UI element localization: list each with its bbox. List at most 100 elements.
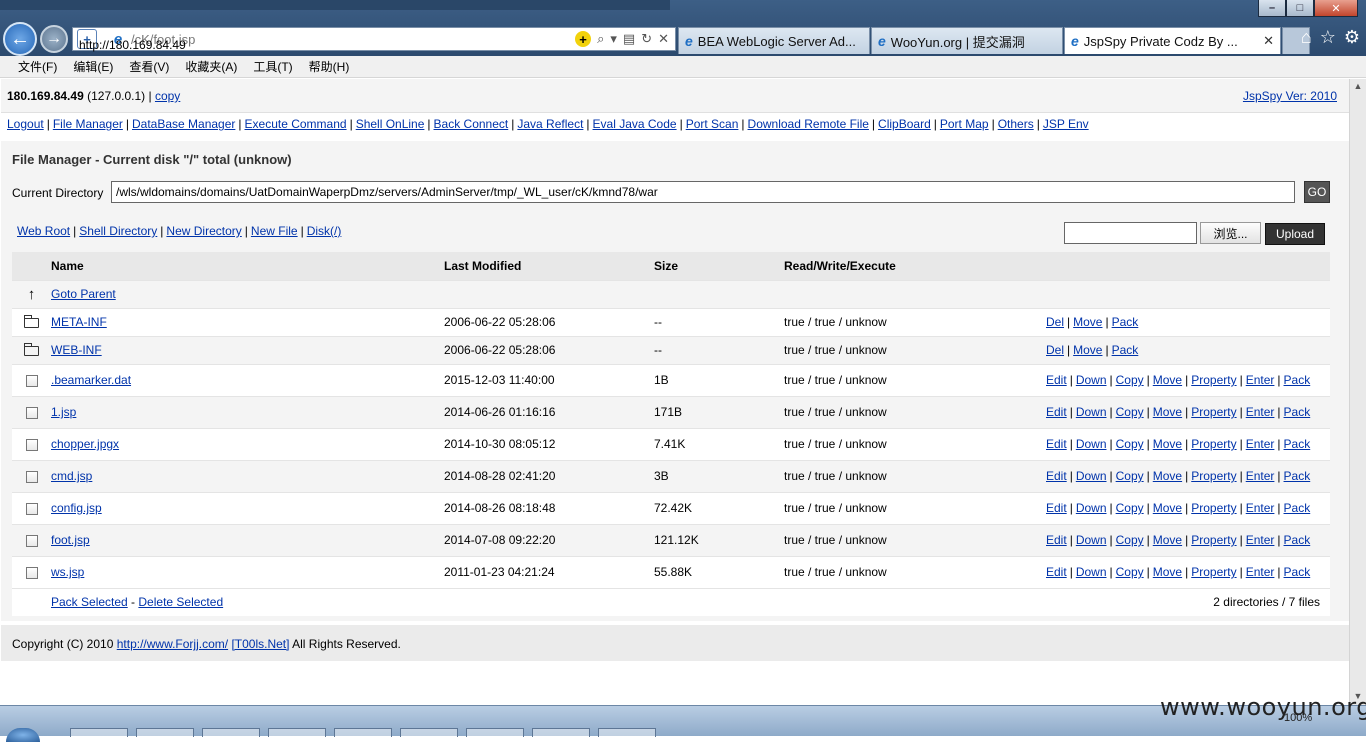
action-link[interactable]: Property bbox=[1191, 565, 1236, 579]
action-link[interactable]: Enter bbox=[1246, 501, 1275, 515]
file-name-link[interactable]: config.jsp bbox=[51, 501, 102, 515]
address-url[interactable]: http://180.169.84.49/cK/foot.jsp bbox=[79, 32, 195, 53]
action-link[interactable]: Property bbox=[1191, 373, 1236, 387]
file-name-link[interactable]: .beamarker.dat bbox=[51, 373, 131, 387]
file-checkbox[interactable] bbox=[25, 566, 38, 579]
nav-eval-java-code[interactable]: Eval Java Code bbox=[593, 117, 677, 131]
file-name-link[interactable]: ws.jsp bbox=[51, 565, 84, 579]
action-link[interactable]: Pack bbox=[1284, 437, 1311, 451]
action-link[interactable]: Property bbox=[1191, 501, 1236, 515]
file-checkbox[interactable] bbox=[25, 374, 38, 387]
action-link[interactable]: Move bbox=[1153, 469, 1182, 483]
action-link[interactable]: Move bbox=[1153, 533, 1182, 547]
action-link[interactable]: Edit bbox=[1046, 469, 1067, 483]
search-icon[interactable]: ⌕ bbox=[597, 31, 604, 47]
nav-java-reflect[interactable]: Java Reflect bbox=[517, 117, 583, 131]
menu-favorites[interactable]: 收藏夹(A) bbox=[185, 58, 237, 75]
menu-tools[interactable]: 工具(T) bbox=[253, 58, 292, 75]
directory-name-link[interactable]: META-INF bbox=[51, 315, 107, 329]
action-link[interactable]: Del bbox=[1046, 343, 1064, 357]
disk-link[interactable]: Disk(/) bbox=[307, 224, 342, 238]
action-link[interactable]: Down bbox=[1076, 533, 1107, 547]
file-name-link[interactable]: cmd.jsp bbox=[51, 469, 92, 483]
nav-jsp-env[interactable]: JSP Env bbox=[1043, 117, 1089, 131]
action-link[interactable]: Property bbox=[1191, 437, 1236, 451]
action-link[interactable]: Move bbox=[1073, 315, 1102, 329]
action-link[interactable]: Edit bbox=[1046, 501, 1067, 515]
action-link[interactable]: Edit bbox=[1046, 533, 1067, 547]
action-link[interactable]: Edit bbox=[1046, 437, 1067, 451]
action-link[interactable]: Copy bbox=[1116, 373, 1144, 387]
action-link[interactable]: Edit bbox=[1046, 565, 1067, 579]
nav-clipboard[interactable]: ClipBoard bbox=[878, 117, 931, 131]
delete-selected-link[interactable]: Delete Selected bbox=[138, 595, 223, 609]
action-link[interactable]: Enter bbox=[1246, 405, 1275, 419]
addon-plus-icon[interactable]: + bbox=[575, 31, 592, 47]
upload-button[interactable]: Upload bbox=[1265, 223, 1325, 245]
action-link[interactable]: Move bbox=[1153, 437, 1182, 451]
action-link[interactable]: Enter bbox=[1246, 437, 1275, 451]
action-link[interactable]: Down bbox=[1076, 565, 1107, 579]
close-window-button[interactable]: ✕ bbox=[1314, 0, 1358, 17]
browse-button[interactable]: 浏览... bbox=[1200, 222, 1261, 244]
home-icon[interactable]: ⌂ bbox=[1301, 27, 1312, 48]
nav-execute-command[interactable]: Execute Command bbox=[245, 117, 347, 131]
action-link[interactable]: Pack bbox=[1284, 373, 1311, 387]
vertical-scrollbar[interactable]: ▲ ▼ bbox=[1349, 79, 1366, 705]
file-checkbox[interactable] bbox=[25, 502, 38, 515]
go-button[interactable]: GO bbox=[1304, 181, 1330, 203]
action-link[interactable]: Enter bbox=[1246, 469, 1275, 483]
action-link[interactable]: Copy bbox=[1116, 437, 1144, 451]
goto-parent-link[interactable]: Goto Parent bbox=[51, 287, 116, 301]
action-link[interactable]: Down bbox=[1076, 437, 1107, 451]
copy-link[interactable]: copy bbox=[155, 89, 180, 103]
stop-icon[interactable]: ✕ bbox=[658, 31, 669, 47]
action-link[interactable]: Enter bbox=[1246, 565, 1275, 579]
file-checkbox[interactable] bbox=[25, 534, 38, 547]
address-bar[interactable]: + e http://180.169.84.49/cK/foot.jsp + ⌕… bbox=[72, 27, 676, 53]
current-directory-input[interactable] bbox=[111, 181, 1295, 203]
start-button[interactable] bbox=[6, 728, 40, 742]
shell-directory-link[interactable]: Shell Directory bbox=[79, 224, 157, 238]
nav-port-map[interactable]: Port Map bbox=[940, 117, 989, 131]
action-link[interactable]: Property bbox=[1191, 469, 1236, 483]
compat-icon[interactable]: ▤ bbox=[623, 31, 635, 47]
action-link[interactable]: Edit bbox=[1046, 373, 1067, 387]
maximize-button[interactable]: □ bbox=[1286, 0, 1314, 17]
settings-gear-icon[interactable]: ⚙ bbox=[1344, 27, 1360, 48]
action-link[interactable]: Down bbox=[1076, 469, 1107, 483]
tab-close-icon[interactable]: ✕ bbox=[1263, 33, 1274, 49]
action-link[interactable]: Move bbox=[1153, 501, 1182, 515]
action-link[interactable]: Pack bbox=[1284, 469, 1311, 483]
action-link[interactable]: Pack bbox=[1112, 315, 1139, 329]
directory-name-link[interactable]: WEB-INF bbox=[51, 343, 102, 357]
action-link[interactable]: Move bbox=[1153, 565, 1182, 579]
nav-shell-online[interactable]: Shell OnLine bbox=[356, 117, 425, 131]
action-link[interactable]: Move bbox=[1153, 405, 1182, 419]
menu-edit[interactable]: 编辑(E) bbox=[73, 58, 113, 75]
file-checkbox[interactable] bbox=[25, 470, 38, 483]
action-link[interactable]: Pack bbox=[1284, 565, 1311, 579]
minimize-button[interactable]: – bbox=[1258, 0, 1286, 17]
tab-weblogic[interactable]: e BEA WebLogic Server Ad... bbox=[678, 27, 870, 54]
action-link[interactable]: Copy bbox=[1116, 533, 1144, 547]
tab-jspspy[interactable]: e JspSpy Private Codz By ... ✕ bbox=[1064, 27, 1281, 54]
action-link[interactable]: Enter bbox=[1246, 373, 1275, 387]
action-link[interactable]: Del bbox=[1046, 315, 1064, 329]
action-link[interactable]: Move bbox=[1073, 343, 1102, 357]
new-directory-link[interactable]: New Directory bbox=[166, 224, 241, 238]
file-checkbox[interactable] bbox=[25, 438, 38, 451]
menu-help[interactable]: 帮助(H) bbox=[309, 58, 350, 75]
forward-button[interactable]: → bbox=[40, 25, 68, 53]
nav-file-manager[interactable]: File Manager bbox=[53, 117, 123, 131]
version-link[interactable]: JspSpy Ver: 2010 bbox=[1243, 89, 1337, 103]
action-link[interactable]: Edit bbox=[1046, 405, 1067, 419]
file-name-link[interactable]: chopper.jpgx bbox=[51, 437, 119, 451]
refresh-icon[interactable]: ↻ bbox=[641, 31, 652, 47]
action-link[interactable]: Property bbox=[1191, 405, 1236, 419]
action-link[interactable]: Down bbox=[1076, 405, 1107, 419]
favorites-star-icon[interactable]: ☆ bbox=[1320, 27, 1336, 48]
pack-selected-link[interactable]: Pack Selected bbox=[51, 595, 128, 609]
action-link[interactable]: Copy bbox=[1116, 469, 1144, 483]
forjj-link[interactable]: http://www.Forjj.com/ bbox=[117, 637, 228, 651]
